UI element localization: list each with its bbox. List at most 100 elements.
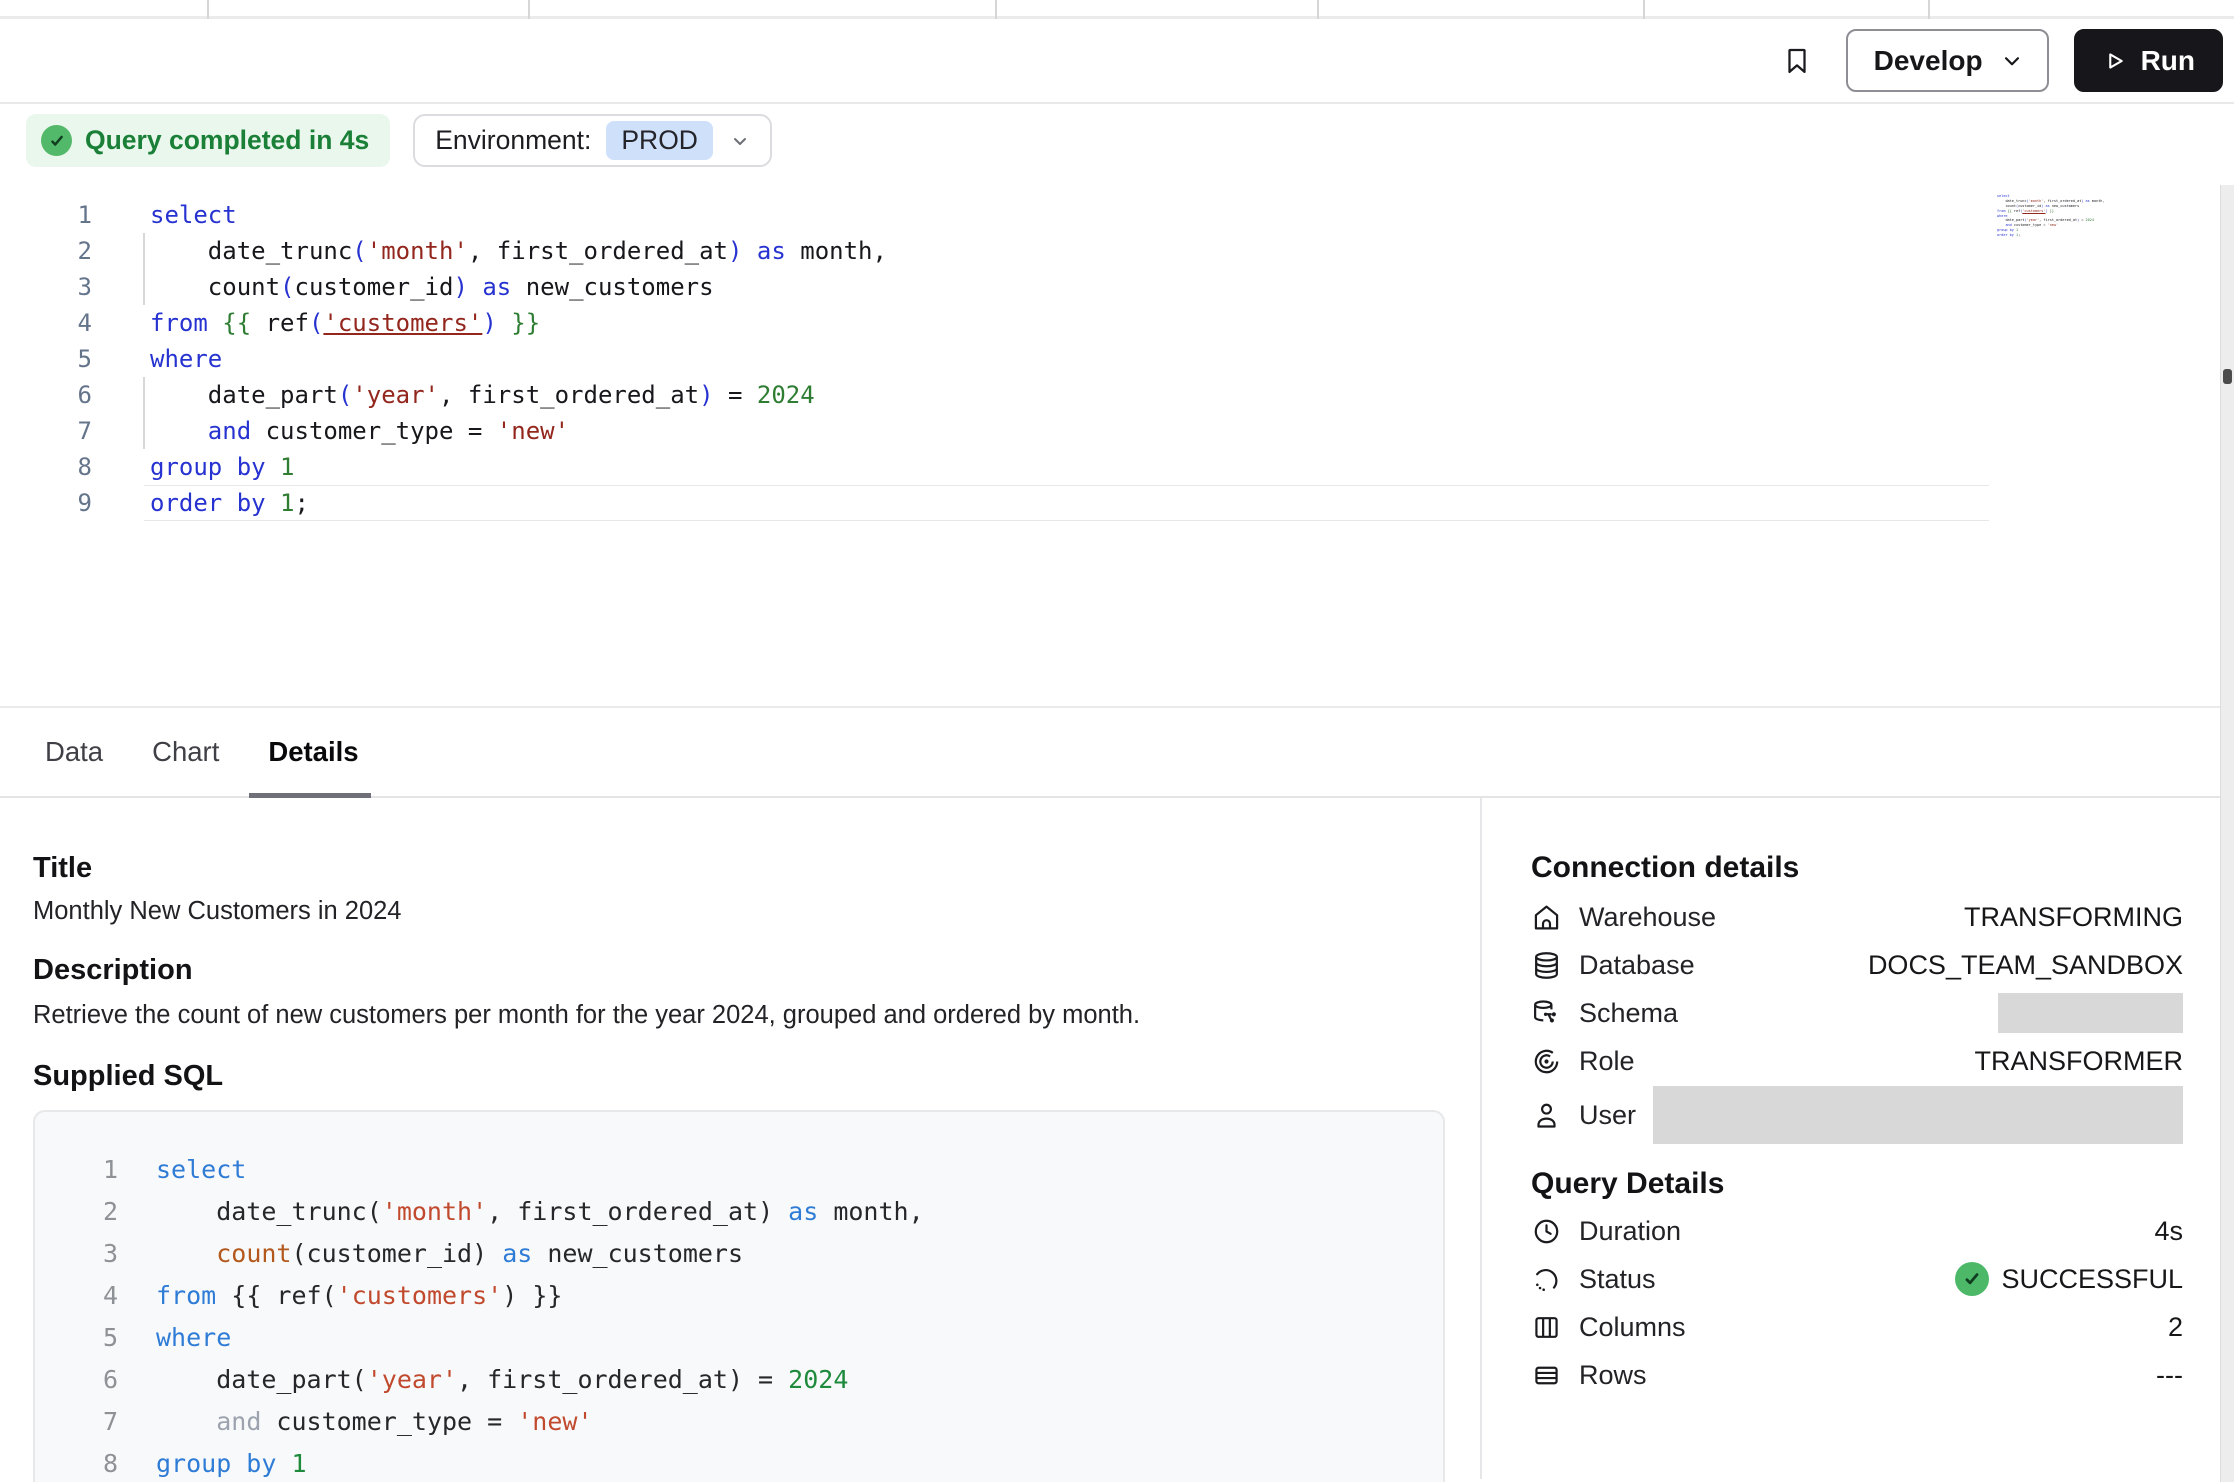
supplied-sql-code: 1select2 date_trunc('month', first_order… bbox=[71, 1149, 1443, 1482]
tab-divider bbox=[995, 0, 997, 19]
row-value: TRANSFORMER bbox=[1975, 1046, 2184, 1077]
code-line[interactable]: 4from {{ ref('customers') }} bbox=[0, 305, 2114, 341]
query-status-row: Query completed in 4s Environment: PROD bbox=[0, 104, 2234, 177]
chevron-down-icon bbox=[728, 129, 752, 153]
line-number: 5 bbox=[71, 1317, 118, 1359]
query-status-text: Query completed in 4s bbox=[85, 125, 369, 156]
sql-editor[interactable]: 1select2 date_trunc('month', first_order… bbox=[0, 177, 2234, 706]
file-tab-strip bbox=[0, 0, 2234, 19]
details-panel: Title Monthly New Customers in 2024 Desc… bbox=[0, 798, 1480, 1479]
run-button[interactable]: Run bbox=[2074, 29, 2223, 92]
line-number: 4 bbox=[71, 1275, 118, 1317]
line-number: 6 bbox=[0, 377, 92, 413]
tab-divider bbox=[207, 0, 209, 19]
duration-row: Duration 4s bbox=[1531, 1207, 2183, 1255]
warehouse-icon bbox=[1531, 902, 1562, 933]
tab-chart[interactable]: Chart bbox=[152, 736, 219, 768]
rows-icon bbox=[1531, 1360, 1562, 1391]
status-row: StatusSUCCESSFUL bbox=[1531, 1255, 2183, 1303]
row-label: Rows bbox=[1579, 1360, 1647, 1391]
schema-row: Schema bbox=[1531, 989, 2183, 1037]
line-number: 9 bbox=[0, 485, 92, 521]
code-line: 5where bbox=[71, 1317, 1443, 1359]
bookmark-button[interactable] bbox=[1774, 38, 1820, 84]
develop-dropdown-button[interactable]: Develop bbox=[1846, 29, 2049, 92]
status-icon bbox=[1531, 1264, 1562, 1295]
code-line: 2 date_trunc('month', first_ordered_at) … bbox=[71, 1191, 1443, 1233]
query-description: Retrieve the count of new customers per … bbox=[33, 1001, 1444, 1030]
code-line: 3 count(customer_id) as new_customers bbox=[71, 1233, 1443, 1275]
line-number: 1 bbox=[0, 197, 92, 233]
redacted-value bbox=[1998, 993, 2183, 1033]
code-line[interactable]: 5where bbox=[0, 341, 2114, 377]
tab-details[interactable]: Details bbox=[268, 736, 358, 768]
row-label: Warehouse bbox=[1579, 902, 1716, 933]
query-details-heading: Query Details bbox=[1531, 1167, 2183, 1201]
editor-code[interactable]: 1select2 date_trunc('month', first_order… bbox=[0, 197, 2114, 521]
row-label: Database bbox=[1579, 950, 1695, 981]
code-line[interactable]: 8group by 1 bbox=[0, 449, 2114, 485]
code-line[interactable]: 9order by 1; bbox=[0, 485, 2114, 521]
play-icon bbox=[2100, 47, 2128, 75]
row-value: SUCCESSFUL bbox=[2001, 1264, 2183, 1295]
code-line[interactable]: 7 and customer_type = 'new' bbox=[0, 413, 2114, 449]
database-icon bbox=[1531, 950, 1562, 981]
run-label: Run bbox=[2141, 45, 2195, 77]
duration-icon bbox=[1531, 1216, 1562, 1247]
role-icon bbox=[1531, 1046, 1562, 1077]
row-value: DOCS_TEAM_SANDBOX bbox=[1868, 950, 2183, 981]
code-line[interactable]: 3 count(customer_id) as new_customers bbox=[0, 269, 2114, 305]
tab-data[interactable]: Data bbox=[45, 736, 103, 768]
row-label: Schema bbox=[1579, 998, 1678, 1029]
code-line[interactable]: 1select bbox=[0, 197, 2114, 233]
row-value: 4s bbox=[2154, 1216, 2183, 1247]
row-label: User bbox=[1579, 1100, 1636, 1131]
bookmark-icon bbox=[1780, 41, 1814, 81]
code-line: 7 and customer_type = 'new' bbox=[71, 1401, 1443, 1443]
role-row: RoleTRANSFORMER bbox=[1531, 1037, 2183, 1085]
environment-selector[interactable]: Environment: PROD bbox=[413, 114, 772, 167]
code-line: order by 1; bbox=[1997, 233, 2107, 238]
warehouse-row: WarehouseTRANSFORMING bbox=[1531, 893, 2183, 941]
user-icon bbox=[1531, 1100, 1562, 1131]
query-title: Monthly New Customers in 2024 bbox=[33, 897, 1444, 926]
status-value: SUCCESSFUL bbox=[1955, 1262, 2183, 1296]
line-number: 2 bbox=[0, 233, 92, 269]
tab-divider bbox=[1317, 0, 1319, 19]
supplied-sql-heading: Supplied SQL bbox=[33, 1060, 1444, 1093]
connection-rows: WarehouseTRANSFORMING Database DOCS_TEAM_S… bbox=[1531, 893, 2183, 1145]
line-number: 7 bbox=[71, 1401, 118, 1443]
environment-value-chip: PROD bbox=[606, 121, 713, 160]
line-number: 1 bbox=[71, 1149, 118, 1191]
line-number: 8 bbox=[71, 1443, 118, 1482]
check-circle-icon bbox=[1955, 1262, 1989, 1296]
tab-divider bbox=[528, 0, 530, 19]
app-window: Develop Run Query completed in 4s Enviro… bbox=[0, 0, 2234, 1482]
redacted-value bbox=[1653, 1086, 2183, 1144]
line-number: 3 bbox=[0, 269, 92, 305]
row-value: --- bbox=[2156, 1360, 2183, 1391]
code-line[interactable]: 2 date_trunc('month', first_ordered_at) … bbox=[0, 233, 2114, 269]
editor-minimap[interactable]: select date_trunc('month', first_ordered… bbox=[1997, 194, 2107, 238]
tab-divider bbox=[1928, 0, 1930, 19]
connection-panel: Connection details WarehouseTRANSFORMING… bbox=[1480, 798, 2234, 1479]
code-line[interactable]: 6 date_part('year', first_ordered_at) = … bbox=[0, 377, 2114, 413]
user-row: User bbox=[1531, 1085, 2183, 1145]
page-scrollbar[interactable] bbox=[2220, 185, 2234, 1482]
results-tabs: Data Chart Details bbox=[0, 706, 2234, 798]
toolbar: Develop Run bbox=[0, 19, 2234, 104]
database-row: Database DOCS_TEAM_SANDBOX bbox=[1531, 941, 2183, 989]
line-number: 8 bbox=[0, 449, 92, 485]
title-heading: Title bbox=[33, 852, 1444, 885]
query-detail-rows: Duration4sStatusSUCCESSFULColumns2Rows--… bbox=[1531, 1207, 2183, 1399]
row-label: Duration bbox=[1579, 1216, 1681, 1247]
row-label: Columns bbox=[1579, 1312, 1686, 1343]
scrollbar-thumb[interactable] bbox=[2223, 369, 2232, 384]
line-number: 4 bbox=[0, 305, 92, 341]
query-status-badge: Query completed in 4s bbox=[26, 114, 390, 167]
chevron-down-icon bbox=[1999, 48, 2025, 74]
schema-icon bbox=[1531, 998, 1562, 1029]
connection-details-heading: Connection details bbox=[1531, 851, 2183, 885]
code-line: 8group by 1 bbox=[71, 1443, 1443, 1482]
details-content: Title Monthly New Customers in 2024 Desc… bbox=[0, 798, 2234, 1479]
